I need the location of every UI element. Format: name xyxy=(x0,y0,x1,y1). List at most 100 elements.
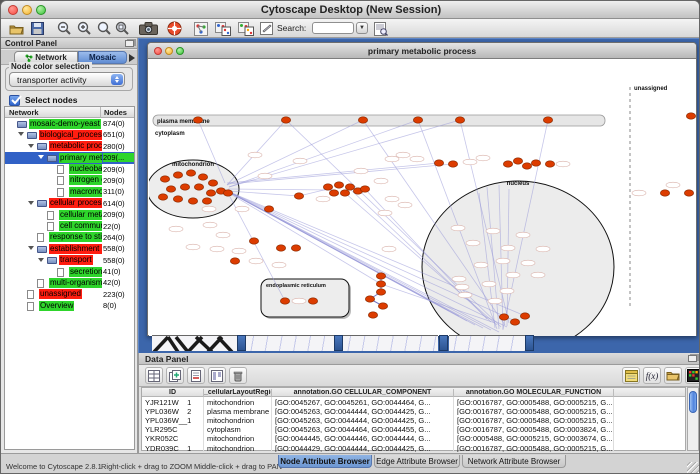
network-node[interactable] xyxy=(376,289,385,295)
search-dropdown-button[interactable]: ▼ xyxy=(356,22,368,34)
network-node[interactable] xyxy=(513,158,522,164)
network-canvas-svg[interactable]: plasma membrane cytoplasm mitochondrion … xyxy=(149,59,696,336)
network-node[interactable] xyxy=(531,160,540,166)
network-node[interactable] xyxy=(340,190,349,196)
network-node[interactable] xyxy=(376,281,385,287)
network-edge[interactable] xyxy=(228,189,334,190)
network-node[interactable] xyxy=(193,117,202,123)
network-node[interactable] xyxy=(291,245,300,251)
column-divider[interactable] xyxy=(100,107,101,118)
network-node[interactable] xyxy=(160,176,169,182)
tree-row-14[interactable]: multi-organism pro42(0) xyxy=(5,277,134,288)
expand-arrow-icon[interactable] xyxy=(28,201,34,205)
table-cell[interactable]: cytoplasm xyxy=(204,425,272,434)
network-edge[interactable] xyxy=(227,163,439,183)
zoom-selected-icon[interactable] xyxy=(114,20,131,37)
table-cell[interactable]: [GO:0045263, GO:0044464, GO:0044455, G..… xyxy=(272,425,454,434)
network-node[interactable] xyxy=(264,206,273,212)
cytopanel-east-icon[interactable] xyxy=(236,20,255,37)
table-cell[interactable]: YKR052C xyxy=(142,434,204,443)
tree-row-4[interactable]: nucleobase-209(0) xyxy=(5,164,134,175)
table-cell[interactable]: [GO:0016787, GO:0005488, GO:0005215, G..… xyxy=(454,406,614,415)
zoom-out-icon[interactable] xyxy=(56,20,73,37)
background-window-titlebar-fragment[interactable] xyxy=(237,335,246,351)
tree-row-16[interactable]: Overview8(0) xyxy=(5,300,134,311)
table-scrollbar-thumb[interactable] xyxy=(689,391,697,413)
network-node[interactable] xyxy=(543,117,552,123)
tree-row-2[interactable]: metabolic process280(0) xyxy=(5,141,134,152)
tree-row-1[interactable]: biological_process651(0) xyxy=(5,129,134,140)
network-node[interactable] xyxy=(434,160,443,166)
import-table-icon[interactable] xyxy=(664,367,682,384)
expand-arrow-icon[interactable] xyxy=(18,132,24,136)
table-row-4[interactable]: YKR052Cmitochondrion[GO:0044445, GO:0044… xyxy=(142,434,685,443)
table-scrollbar[interactable] xyxy=(687,387,699,451)
tree-row-7[interactable]: cellular process614(0) xyxy=(5,198,134,209)
trash-icon[interactable] xyxy=(229,367,247,384)
network-node[interactable] xyxy=(365,296,374,302)
tree-row-13[interactable]: secretion41(0) xyxy=(5,266,134,277)
network-node[interactable] xyxy=(186,170,195,176)
table-row-5[interactable]: YDR039C__1mitochondrion[GO:0044429, GO:0… xyxy=(142,443,685,452)
zoom-in-icon[interactable] xyxy=(76,20,93,37)
table-row-1[interactable]: YPL036W__2plasma membrane[GO:0045263, GO… xyxy=(142,406,685,415)
cytopanel-west-icon[interactable] xyxy=(192,20,209,37)
network-node[interactable] xyxy=(510,319,519,325)
network-node[interactable] xyxy=(206,190,215,196)
tab-node-attribute-browser[interactable]: Node Attribute Browser xyxy=(278,455,372,468)
float-panel-icon[interactable] xyxy=(125,40,134,47)
column-network[interactable]: Network xyxy=(9,108,39,117)
table-row-2[interactable]: YPL036W__1mitochondrion[GO:0045263, GO:0… xyxy=(142,415,685,424)
network-node[interactable] xyxy=(208,180,217,186)
tree-row-8[interactable]: cellular metabo209(0) xyxy=(5,209,134,220)
table-cell[interactable]: mitochondrion xyxy=(204,434,272,443)
background-window-fragment[interactable] xyxy=(449,335,525,351)
network-node[interactable] xyxy=(188,198,197,204)
select-nodes-checkbox[interactable] xyxy=(9,95,20,106)
float-panel-icon[interactable] xyxy=(688,355,697,362)
background-window-fragment[interactable] xyxy=(343,335,438,351)
table-cell[interactable]: [GO:0016787, GO:0005488, GO:0005215, G..… xyxy=(454,443,614,452)
network-node[interactable] xyxy=(522,163,531,169)
help-icon[interactable] xyxy=(165,20,183,37)
new-attribute-icon[interactable] xyxy=(166,367,184,384)
tree-row-10[interactable]: response to stimulu264(0) xyxy=(5,232,134,243)
network-node[interactable] xyxy=(323,184,332,190)
tree-row-3[interactable]: primary metabo209(... xyxy=(5,152,134,163)
network-node[interactable] xyxy=(660,190,669,196)
network-node[interactable] xyxy=(684,190,693,196)
table-cell[interactable]: YPL036W__1 xyxy=(142,415,204,424)
tab-network-attribute-browser[interactable]: Network Attribute Browser xyxy=(462,455,566,468)
network-node[interactable] xyxy=(294,193,303,199)
network-node[interactable] xyxy=(308,298,317,304)
network-node[interactable] xyxy=(173,172,182,178)
network-view-window[interactable]: primary metabolic process plasma membran… xyxy=(147,42,697,336)
network-node[interactable] xyxy=(230,258,239,264)
expand-arrow-icon[interactable] xyxy=(28,144,34,148)
background-window-titlebar-fragment[interactable] xyxy=(439,335,448,351)
network-node[interactable] xyxy=(520,313,529,319)
network-node[interactable] xyxy=(413,117,422,123)
network-node[interactable] xyxy=(281,117,290,123)
network-node[interactable] xyxy=(329,190,338,196)
background-window-titlebar-fragment[interactable] xyxy=(334,335,343,351)
network-node[interactable] xyxy=(503,161,512,167)
columns-icon[interactable] xyxy=(208,367,226,384)
attribute-table[interactable]: ID _cellularLayoutRegion annotation.GO C… xyxy=(141,387,686,451)
tree-row-0[interactable]: mosaic-demo-yeast874(0) xyxy=(5,118,134,129)
expand-arrow-icon[interactable] xyxy=(28,246,34,250)
network-node[interactable] xyxy=(499,314,508,320)
network-node[interactable] xyxy=(345,184,354,190)
table-row-0[interactable]: YJR121W__1mitochondrion[GO:0045267, GO:0… xyxy=(142,397,685,406)
network-node[interactable] xyxy=(249,238,258,244)
network-node[interactable] xyxy=(360,186,369,192)
network-node[interactable] xyxy=(173,196,182,202)
function-builder-icon[interactable]: f(x) xyxy=(643,367,661,384)
tree-row-5[interactable]: nitrogen compo209(0) xyxy=(5,175,134,186)
network-node[interactable] xyxy=(280,298,289,304)
table-cell[interactable]: mitochondrion xyxy=(204,415,272,424)
more-tabs-arrow-icon[interactable] xyxy=(129,54,135,62)
tree-row-12[interactable]: transport558(0) xyxy=(5,255,134,266)
table-cell[interactable]: plasma membrane xyxy=(204,406,272,415)
table-cell[interactable]: [GO:0045263, GO:0044444, GO:0044425, G..… xyxy=(272,415,454,424)
